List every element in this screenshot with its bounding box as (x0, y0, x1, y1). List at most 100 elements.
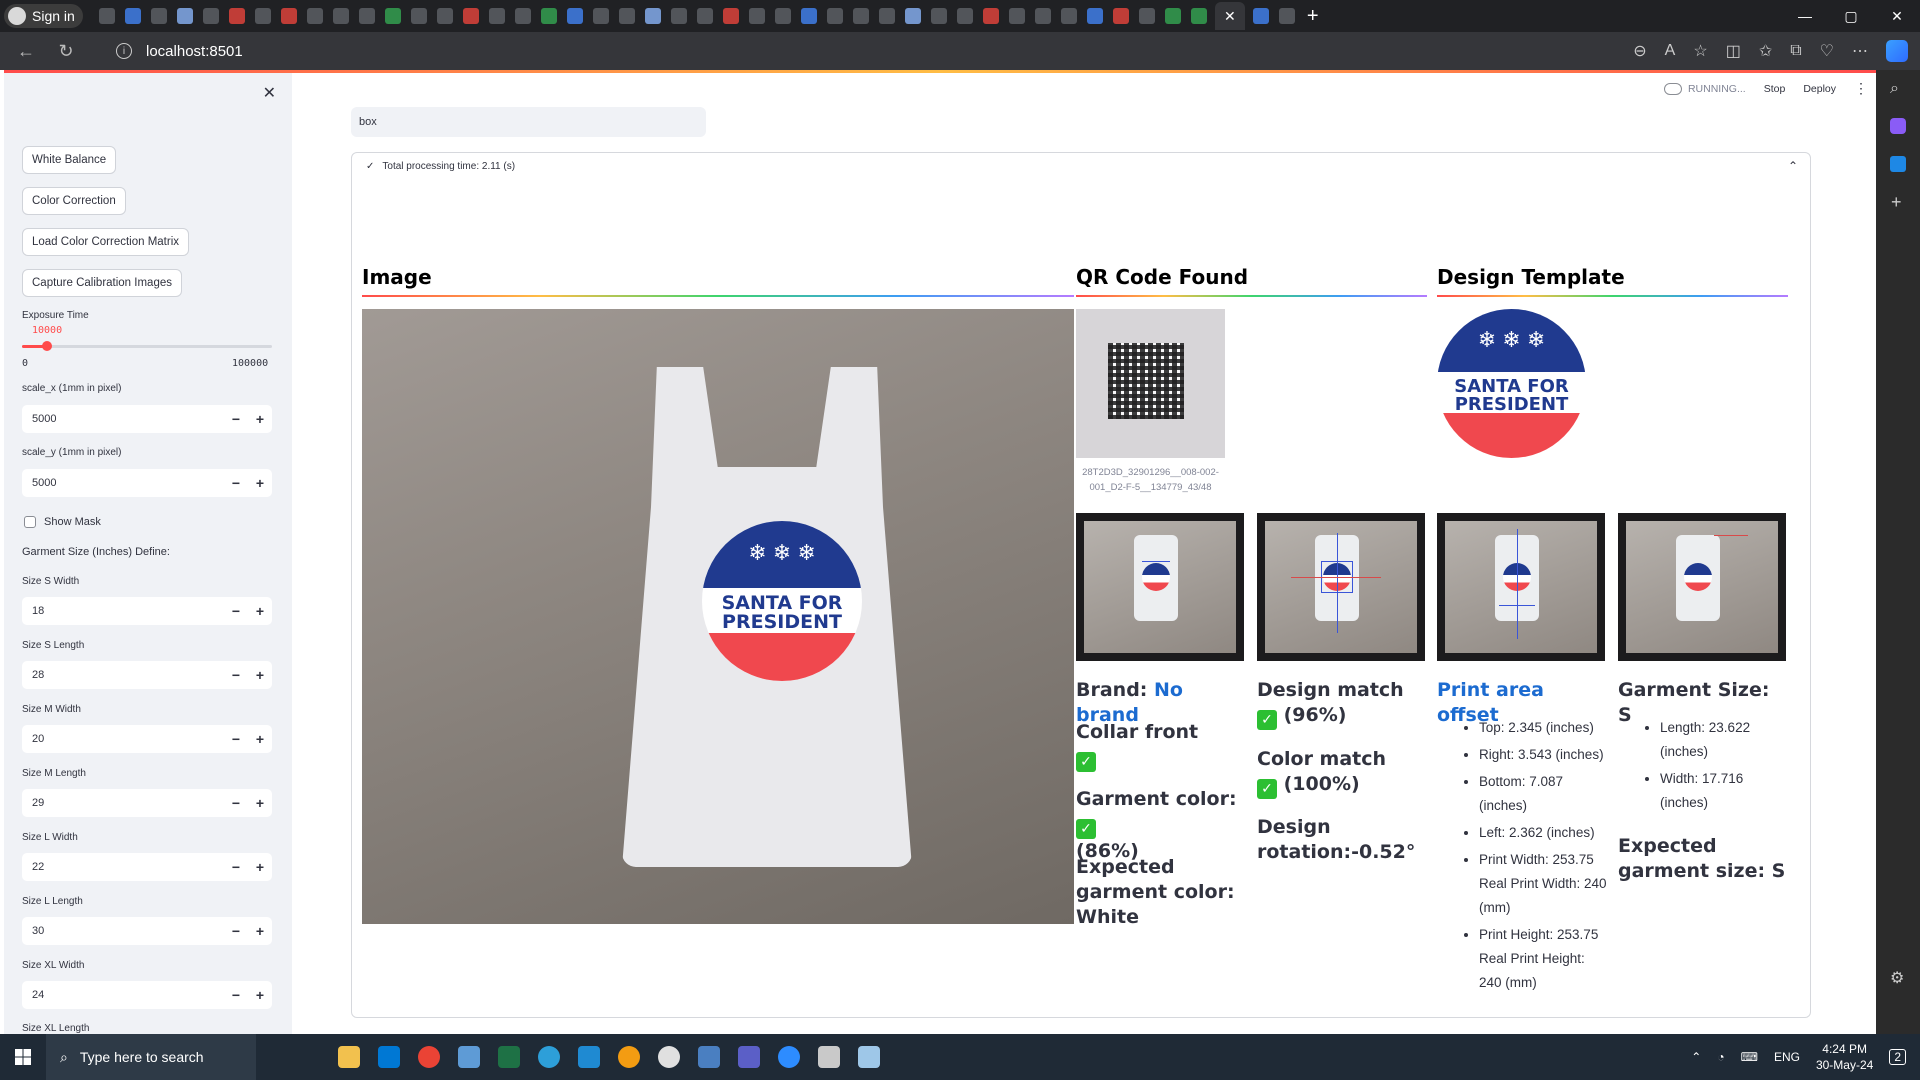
app-icon[interactable] (698, 1046, 720, 1068)
decrement-button[interactable]: − (224, 667, 248, 683)
exposure-slider[interactable] (22, 341, 272, 351)
zoom-icon[interactable]: ⊖ (1633, 41, 1646, 61)
tab-favicon[interactable] (280, 8, 297, 24)
tab-favicon[interactable] (306, 8, 323, 24)
favorites-icon[interactable]: ✩ (1759, 41, 1772, 61)
decrement-button[interactable]: − (224, 475, 248, 491)
text-input[interactable]: box (351, 107, 706, 137)
size-value[interactable]: 22 (22, 861, 224, 873)
chevron-up-icon[interactable]: ⌃ (1788, 159, 1798, 173)
language-indicator[interactable]: ENG (1774, 1050, 1800, 1064)
back-icon[interactable]: ← (12, 41, 40, 62)
tab-favicon[interactable] (904, 8, 921, 24)
keyboard-icon[interactable]: ⌨ (1741, 1050, 1758, 1064)
size-xl-width-input[interactable]: 24− + (22, 981, 272, 1009)
increment-button[interactable]: + (248, 603, 272, 619)
chrome-icon[interactable] (418, 1046, 440, 1068)
tab-favicon[interactable] (150, 8, 167, 24)
decrement-button[interactable]: − (224, 923, 248, 939)
tab-favicon[interactable] (748, 8, 765, 24)
increment-button[interactable]: + (248, 859, 272, 875)
load-color-matrix-button[interactable]: Load Color Correction Matrix (22, 228, 190, 256)
outlook-icon[interactable] (1890, 156, 1906, 172)
tab-favicon[interactable] (1060, 8, 1077, 24)
tab-favicon[interactable] (852, 8, 869, 24)
main-menu-icon[interactable]: ⋮ (1854, 80, 1868, 97)
tab-favicon[interactable] (696, 8, 713, 24)
scale-x-input[interactable]: 5000− + (22, 405, 272, 433)
tab-favicon[interactable] (358, 8, 375, 24)
home-assistant-icon[interactable] (618, 1046, 640, 1068)
size-s-width-input[interactable]: 18− + (22, 597, 272, 625)
tab-favicon[interactable] (410, 8, 427, 24)
notepad-icon[interactable] (858, 1046, 880, 1068)
size-value[interactable]: 28 (22, 669, 224, 681)
size-m-length-input[interactable]: 29− + (22, 789, 272, 817)
white-balance-button[interactable]: White Balance (22, 146, 117, 174)
taskbar-search[interactable]: ⌕ Type here to search (46, 1034, 256, 1080)
tab-favicon[interactable] (566, 8, 583, 24)
copilot-icon[interactable] (1886, 40, 1908, 62)
tab-favicon[interactable] (1252, 8, 1269, 24)
expander-header[interactable]: ✓ Total processing time: 2.11 (s) (366, 161, 515, 172)
tab-favicon[interactable] (878, 8, 895, 24)
text-input-value[interactable]: box (359, 116, 377, 128)
tab-favicon[interactable] (514, 8, 531, 24)
tab-favicon[interactable] (254, 8, 271, 24)
tab-favicon[interactable] (1138, 8, 1155, 24)
increment-button[interactable]: + (248, 923, 272, 939)
size-l-length-input[interactable]: 30− + (22, 917, 272, 945)
tab-favicon[interactable] (1112, 8, 1129, 24)
start-button[interactable] (0, 1034, 46, 1080)
vscode-icon[interactable] (578, 1046, 600, 1068)
size-value[interactable]: 18 (22, 605, 224, 617)
increment-button[interactable]: + (248, 795, 272, 811)
settings-icon[interactable]: ⚙ (1890, 968, 1904, 988)
app-icon[interactable] (458, 1046, 480, 1068)
tab-favicon[interactable] (488, 8, 505, 24)
tab-favicon[interactable] (800, 8, 817, 24)
tab-favicon[interactable] (1008, 8, 1025, 24)
deploy-button[interactable]: Deploy (1803, 83, 1836, 95)
wifi-icon[interactable]: ◔ (1717, 1050, 1724, 1064)
clock[interactable]: 4:24 PM 30-May-24 (1816, 1041, 1873, 1073)
tab-favicon[interactable] (1190, 8, 1207, 24)
read-aloud-icon[interactable]: A (1665, 42, 1676, 60)
tab-favicon[interactable] (956, 8, 973, 24)
copilot-app-icon[interactable] (1890, 118, 1906, 134)
tab-favicon[interactable] (1086, 8, 1103, 24)
window-close-button[interactable]: ✕ (1874, 0, 1920, 32)
profile-button[interactable]: Sign in (4, 4, 83, 28)
app-icon[interactable] (658, 1046, 680, 1068)
size-m-width-input[interactable]: 20− + (22, 725, 272, 753)
close-sidebar-icon[interactable]: ✕ (263, 83, 276, 103)
tab-favicon[interactable] (540, 8, 557, 24)
size-value[interactable]: 29 (22, 797, 224, 809)
split-screen-icon[interactable]: ◫ (1726, 41, 1741, 61)
tab-favicon[interactable] (202, 8, 219, 24)
decrement-button[interactable]: − (224, 411, 248, 427)
minimize-button[interactable]: — (1782, 0, 1828, 32)
app-icon[interactable] (818, 1046, 840, 1068)
increment-button[interactable]: + (248, 411, 272, 427)
notification-icon[interactable]: 2 (1889, 1049, 1906, 1065)
stop-button[interactable]: Stop (1764, 83, 1786, 95)
color-correction-button[interactable]: Color Correction (22, 187, 126, 215)
more-icon[interactable]: ⋯ (1852, 41, 1868, 61)
decrement-button[interactable]: − (224, 795, 248, 811)
increment-button[interactable]: + (248, 475, 272, 491)
checkbox-box[interactable] (24, 516, 36, 528)
increment-button[interactable]: + (248, 731, 272, 747)
tab-favicon[interactable] (1164, 8, 1181, 24)
size-s-length-input[interactable]: 28− + (22, 661, 272, 689)
increment-button[interactable]: + (248, 987, 272, 1003)
file-explorer-icon[interactable] (338, 1046, 360, 1068)
decrement-button[interactable]: − (224, 859, 248, 875)
decrement-button[interactable]: − (224, 731, 248, 747)
favorite-star-icon[interactable]: ☆ (1693, 41, 1707, 61)
extensions-icon[interactable]: ♡ (1820, 41, 1834, 61)
scale-y-value[interactable]: 5000 (22, 477, 224, 489)
show-mask-checkbox[interactable]: Show Mask (24, 516, 101, 528)
tab-favicon[interactable] (982, 8, 999, 24)
increment-button[interactable]: + (248, 667, 272, 683)
